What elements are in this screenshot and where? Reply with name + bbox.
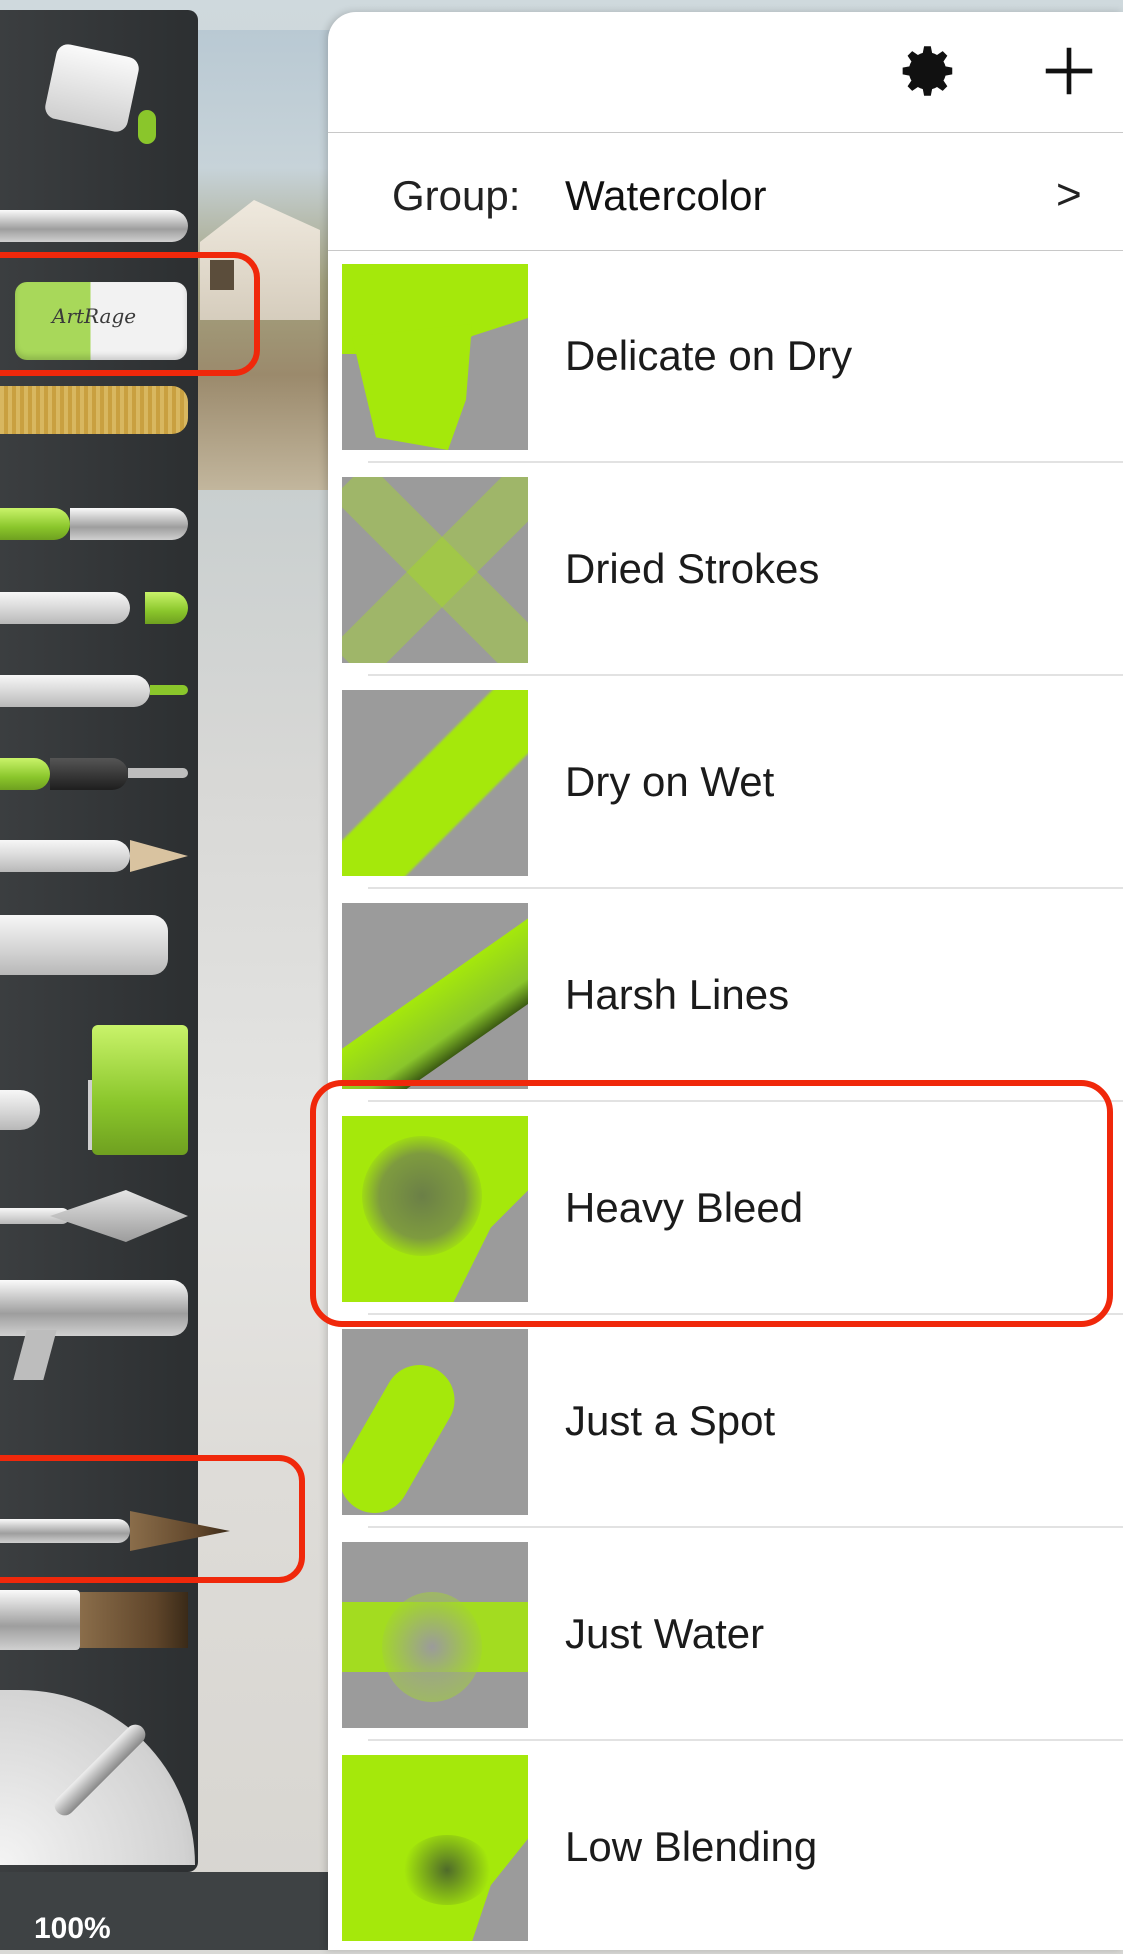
preset-thumbnail: [342, 903, 528, 1089]
paint-tube-tool[interactable]: [0, 900, 190, 1000]
palette-knife-tool[interactable]: [0, 1180, 190, 1250]
popover-header: [328, 12, 1123, 133]
flat-brush-icon: [80, 1592, 188, 1648]
glitter-tube-icon: [0, 210, 188, 242]
preset-row-dried-strokes[interactable]: Dried Strokes: [328, 463, 1123, 676]
paint-drip: [138, 110, 156, 144]
preset-thumbnail: [342, 477, 528, 663]
airbrush-tool[interactable]: [0, 1260, 190, 1380]
paint-bucket-icon: [43, 42, 141, 134]
preset-row-dry-on-wet[interactable]: Dry on Wet: [328, 676, 1123, 889]
airbrush-trigger: [13, 1330, 57, 1380]
preset-label: Harsh Lines: [565, 971, 790, 1018]
group-selector[interactable]: Group: Watercolor >: [328, 132, 1123, 251]
preset-thumbnail: [342, 1329, 528, 1515]
marker-icon: [70, 508, 188, 540]
roller-tool[interactable]: [0, 1010, 190, 1160]
chevron-right-icon: >: [1056, 170, 1082, 219]
plus-icon[interactable]: [1038, 40, 1100, 102]
thumb-blend: [402, 1835, 492, 1905]
ink-pen-nib: [128, 768, 188, 778]
preset-label: Just Water: [565, 1610, 765, 1657]
paint-tube-icon: [0, 915, 168, 975]
preset-row-just-a-spot[interactable]: Just a Spot: [328, 1315, 1123, 1528]
roller-handle: [0, 1090, 40, 1130]
thumb-water: [382, 1592, 482, 1702]
preset-label: Dry on Wet: [565, 758, 775, 805]
palette-knife-icon: [50, 1190, 188, 1242]
ink-pen-icon: [50, 758, 128, 790]
preset-thumbnail: [342, 264, 528, 450]
preset-thumbnail: [342, 1755, 528, 1941]
ink-pen-grip: [0, 758, 50, 790]
chalk-tool[interactable]: [0, 572, 190, 642]
flat-brush-ferrule: [0, 1590, 80, 1650]
gear-icon[interactable]: [898, 40, 960, 102]
glitter-jar-icon: [0, 386, 188, 434]
chalk-cap: [145, 592, 188, 624]
marker-body: [0, 508, 70, 540]
pencil-tip: [130, 840, 188, 872]
thumb-spot: [342, 1352, 468, 1515]
paint-bucket-tool[interactable]: [0, 38, 190, 148]
felt-pen-tool[interactable]: [0, 655, 190, 725]
preset-thumbnail: [342, 1542, 528, 1728]
highlight-watercolor-brush: [0, 1455, 305, 1583]
felt-pen-tip: [150, 685, 188, 695]
ink-pen-tool[interactable]: [0, 738, 190, 808]
preset-label: Just a Spot: [565, 1397, 776, 1444]
thumb-stroke-bottom: [352, 324, 472, 450]
highlight-eraser-tool: [0, 252, 260, 376]
group-value: Watercolor: [565, 172, 767, 219]
preset-row-delicate-on-dry[interactable]: Delicate on Dry: [328, 250, 1123, 463]
chalk-icon: [0, 592, 130, 624]
presets-popover: Group: Watercolor > Delicate on Dry Drie…: [328, 12, 1123, 1950]
preset-thumbnail: [342, 690, 528, 876]
current-tool-dial[interactable]: [0, 1690, 195, 1865]
pencil-icon: [0, 840, 130, 872]
group-label: Group:: [392, 172, 521, 219]
felt-pen-icon: [0, 675, 150, 707]
preset-label: Dried Strokes: [565, 545, 820, 592]
preset-row-just-water[interactable]: Just Water: [328, 1528, 1123, 1741]
preset-row-low-blending[interactable]: Low Blending: [328, 1741, 1123, 1954]
highlight-heavy-bleed: [310, 1080, 1113, 1327]
preset-label: Low Blending: [565, 1823, 818, 1870]
glitter-tool[interactable]: [0, 190, 190, 260]
zoom-level[interactable]: 100%: [34, 1912, 111, 1946]
preset-row-harsh-lines[interactable]: Harsh Lines: [328, 889, 1123, 1102]
thumb-stroke: [342, 906, 528, 1089]
pencil-tool[interactable]: [0, 820, 190, 890]
flat-brush-tool[interactable]: [0, 1580, 190, 1660]
thumb-stroke: [342, 690, 528, 876]
preset-label: Delicate on Dry: [565, 332, 853, 379]
marker-tool[interactable]: [0, 488, 190, 558]
roller-icon: [92, 1025, 188, 1155]
airbrush-icon: [0, 1280, 188, 1336]
sticker-tool[interactable]: [0, 380, 190, 450]
